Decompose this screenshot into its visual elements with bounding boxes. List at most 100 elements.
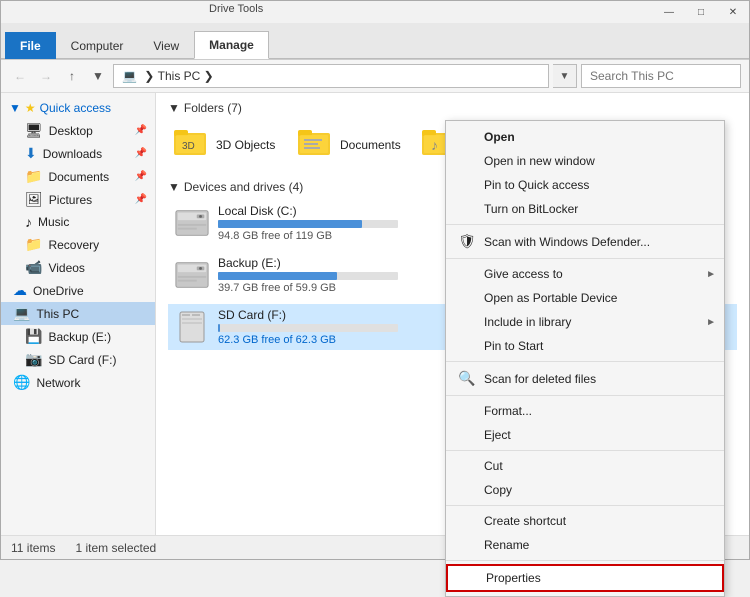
- ctx-eject-label: Eject: [484, 428, 511, 442]
- recent-locations-button[interactable]: ▼: [87, 65, 109, 87]
- ctx-properties[interactable]: Properties: [446, 564, 724, 592]
- ctx-divider-7: [446, 560, 724, 561]
- selected-count: 1 item selected: [75, 541, 156, 555]
- ctx-cut-label: Cut: [484, 459, 503, 473]
- ctx-pin-quick-access[interactable]: Pin to Quick access: [446, 173, 724, 197]
- ctx-include-library[interactable]: Include in library ►: [446, 310, 724, 334]
- sidebar-item-quick-access[interactable]: ▼ ★ Quick access: [1, 97, 155, 119]
- backup-e-icon: [174, 257, 210, 293]
- backup-icon: 💾: [25, 328, 42, 345]
- ctx-open[interactable]: Open: [446, 125, 724, 149]
- ctx-open-portable-label: Open as Portable Device: [484, 291, 617, 305]
- folder-item-documents[interactable]: Documents: [292, 121, 412, 168]
- folder-3d-label: 3D Objects: [216, 138, 275, 152]
- ctx-cut[interactable]: Cut: [446, 454, 724, 478]
- ribbon-tabs: File Computer View Manage: [1, 23, 749, 59]
- sidebar-item-network[interactable]: 🌐 Network: [1, 371, 155, 394]
- ctx-give-access[interactable]: Give access to ►: [446, 262, 724, 286]
- downloads-label: Downloads: [43, 147, 129, 161]
- search-input[interactable]: [581, 64, 741, 88]
- ctx-divider-4: [446, 395, 724, 396]
- network-icon: 🌐: [13, 374, 30, 391]
- sidebar-item-desktop[interactable]: 🖥 Desktop 📌: [1, 119, 155, 142]
- sidebar-item-downloads[interactable]: ⬇ Downloads 📌: [1, 142, 155, 165]
- sidebar-item-documents[interactable]: 📁 Documents 📌: [1, 165, 155, 188]
- ctx-pin-quick-label: Pin to Quick access: [484, 178, 589, 192]
- music-label: Music: [38, 215, 147, 229]
- address-text: ❯ This PC ❯: [141, 69, 217, 83]
- ctx-pin-start[interactable]: Pin to Start: [446, 334, 724, 358]
- ctx-divider-6: [446, 505, 724, 506]
- context-menu: Open Open in new window Pin to Quick acc…: [445, 120, 725, 597]
- backup-e-bar-bg: [218, 272, 398, 280]
- ribbon-top: Drive Tools — □ ✕: [1, 1, 749, 23]
- tab-view[interactable]: View: [138, 32, 194, 59]
- recovery-icon: 📁: [25, 236, 42, 253]
- arrow-library-icon: ►: [706, 317, 716, 328]
- ctx-divider-2: [446, 258, 724, 259]
- svg-text:♪: ♪: [431, 137, 438, 153]
- ctx-scan-defender-label: Scan with Windows Defender...: [484, 235, 650, 249]
- onedrive-label: OneDrive: [33, 284, 147, 298]
- sidebar-item-onedrive[interactable]: ☁ OneDrive: [1, 279, 155, 302]
- ctx-scan-deleted-label: Scan for deleted files: [484, 372, 596, 386]
- ctx-open-new-window[interactable]: Open in new window: [446, 149, 724, 173]
- sidebar-item-recovery[interactable]: 📁 Recovery: [1, 233, 155, 256]
- backup-e-bar-fill: [218, 272, 337, 280]
- ctx-properties-label: Properties: [486, 571, 541, 585]
- arrow-icon: ►: [706, 269, 716, 280]
- folder-docs-label: Documents: [340, 138, 401, 152]
- address-dropdown-button[interactable]: ▼: [553, 64, 577, 88]
- thispc-icon: 💻: [13, 305, 30, 322]
- maximize-button[interactable]: □: [685, 1, 717, 23]
- close-button[interactable]: ✕: [717, 1, 749, 23]
- forward-button[interactable]: →: [35, 65, 57, 87]
- tab-file[interactable]: File: [5, 32, 56, 59]
- sidebar-item-backup-e[interactable]: 💾 Backup (E:): [1, 325, 155, 348]
- drives-label: Devices and drives (4): [184, 180, 303, 194]
- ctx-create-shortcut[interactable]: Create shortcut: [446, 509, 724, 533]
- drive-tools-label: Drive Tools: [201, 3, 271, 15]
- sidebar-item-thispc[interactable]: 💻 This PC: [1, 302, 155, 325]
- svg-text:3D: 3D: [182, 141, 195, 152]
- tab-computer[interactable]: Computer: [56, 32, 139, 59]
- ctx-open-portable[interactable]: Open as Portable Device: [446, 286, 724, 310]
- folder-item-3d-objects[interactable]: 3D 3D Objects: [168, 121, 288, 168]
- backup-label: Backup (E:): [48, 330, 147, 344]
- recovery-label: Recovery: [48, 238, 147, 252]
- ctx-format[interactable]: Format...: [446, 399, 724, 423]
- ctx-rename[interactable]: Rename: [446, 533, 724, 557]
- sidebar-item-pictures[interactable]: 🖼 Pictures 📌: [1, 188, 155, 211]
- minimize-button[interactable]: —: [653, 1, 685, 23]
- chevron-icon: ▼: [9, 101, 21, 115]
- folders-label: Folders (7): [184, 101, 242, 115]
- sdcard-label: SD Card (F:): [48, 353, 147, 367]
- thispc-label: This PC: [36, 307, 147, 321]
- ctx-pin-start-label: Pin to Start: [484, 339, 543, 353]
- chevron-folders-icon: ▼: [168, 101, 180, 115]
- up-button[interactable]: ↑: [61, 65, 83, 87]
- ctx-eject[interactable]: Eject: [446, 423, 724, 447]
- documents-label: Documents: [48, 170, 128, 184]
- sidebar-item-music[interactable]: ♪ Music: [1, 211, 155, 233]
- scan-icon: 🔍: [458, 370, 476, 387]
- ctx-turn-on-bitlocker[interactable]: Turn on BitLocker: [446, 197, 724, 221]
- local-c-bar-fill: [218, 220, 362, 228]
- ctx-divider-5: [446, 450, 724, 451]
- window-controls: — □ ✕: [653, 1, 749, 23]
- address-bar[interactable]: 💻 ❯ This PC ❯: [113, 64, 549, 88]
- pin-icon-doc: 📌: [135, 171, 147, 182]
- sidebar-item-sdcard-f[interactable]: 📷 SD Card (F:): [1, 348, 155, 371]
- ctx-scan-deleted[interactable]: 🔍 Scan for deleted files: [446, 365, 724, 392]
- back-button[interactable]: ←: [9, 65, 31, 87]
- folder-3d-icon: 3D: [174, 125, 210, 164]
- tab-manage[interactable]: Manage: [194, 31, 269, 59]
- sidebar-item-videos[interactable]: 📹 Videos: [1, 256, 155, 279]
- ctx-scan-defender[interactable]: 🛡 Scan with Windows Defender...: [446, 228, 724, 255]
- desktop-icon: 🖥: [25, 122, 43, 139]
- pictures-label: Pictures: [49, 193, 129, 207]
- pin-icon: 📌: [135, 125, 147, 136]
- ctx-open-label: Open: [484, 130, 515, 144]
- folder-docs-icon: [298, 125, 334, 164]
- ctx-copy[interactable]: Copy: [446, 478, 724, 502]
